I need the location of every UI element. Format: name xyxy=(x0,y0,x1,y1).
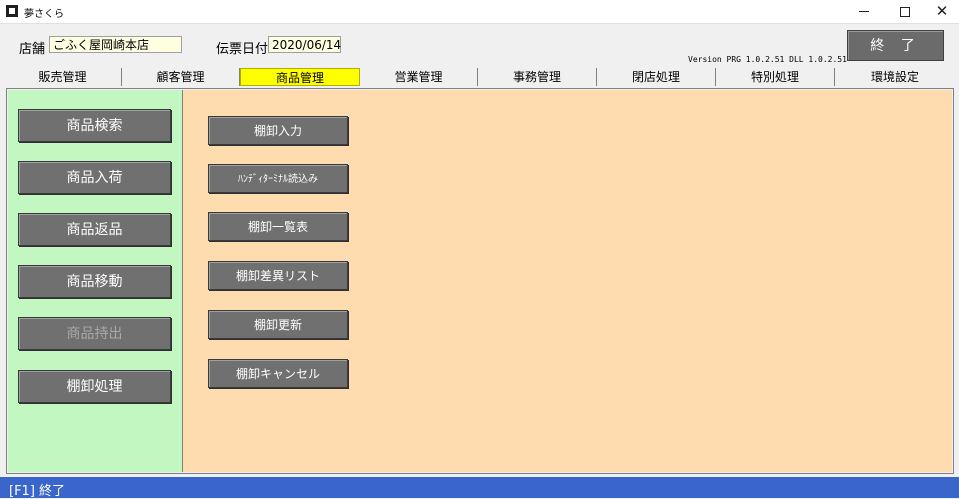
main-tabs: 販売管理 顧客管理 商品管理 営業管理 事務管理 閉店処理 特別処理 環境設定 xyxy=(4,68,955,86)
status-text: [F1] 終了 xyxy=(9,484,66,499)
inventory-list-button[interactable]: 棚卸一覧表 xyxy=(208,212,348,241)
date-field[interactable]: 2020/06/14 xyxy=(268,36,341,53)
inventory-input-button[interactable]: 棚卸入力 xyxy=(208,116,348,145)
tab-office[interactable]: 事務管理 xyxy=(478,68,597,86)
date-label: 伝票日付 xyxy=(216,42,269,57)
handy-terminal-import-button[interactable]: ﾊﾝﾃﾞｨﾀｰﾐﾅﾙ読込み xyxy=(208,164,348,193)
tab-customers[interactable]: 顧客管理 xyxy=(122,68,240,86)
close-icon: ✕ xyxy=(935,2,949,20)
end-button[interactable]: 終 了 xyxy=(847,30,944,61)
tab-closing[interactable]: 閉店処理 xyxy=(597,68,716,86)
inventory-process-button[interactable]: 棚卸処理 xyxy=(18,370,171,403)
inventory-cancel-button[interactable]: 棚卸キャンセル xyxy=(208,359,348,388)
store-field[interactable]: ごふく屋岡崎本店 xyxy=(49,36,182,53)
product-arrival-button[interactable]: 商品入荷 xyxy=(18,161,171,194)
tab-special[interactable]: 特別処理 xyxy=(716,68,835,86)
close-button[interactable]: ✕ xyxy=(919,0,959,23)
tab-business[interactable]: 営業管理 xyxy=(360,68,478,86)
product-takeout-button: 商品持出 xyxy=(18,317,171,350)
inventory-difference-list-button[interactable]: 棚卸差異リスト xyxy=(208,261,348,290)
window-title: 夢さくら xyxy=(24,9,64,20)
status-bar: [F1] 終了 xyxy=(0,477,959,499)
app-icon xyxy=(6,5,18,17)
tab-sales[interactable]: 販売管理 xyxy=(4,68,122,86)
inventory-update-button[interactable]: 棚卸更新 xyxy=(208,310,348,339)
product-return-button[interactable]: 商品返品 xyxy=(18,213,171,246)
minimize-button[interactable] xyxy=(841,0,887,23)
maximize-icon xyxy=(900,6,910,17)
product-search-button[interactable]: 商品検索 xyxy=(18,109,171,142)
minimize-icon xyxy=(859,11,869,12)
title-bar: 夢さくら ✕ xyxy=(0,0,959,24)
tab-products[interactable]: 商品管理 xyxy=(240,68,360,86)
store-label: 店舗 xyxy=(19,42,46,57)
version-text: Version PRG 1.0.2.51 DLL 1.0.2.51 xyxy=(688,55,847,64)
product-transfer-button[interactable]: 商品移動 xyxy=(18,265,171,298)
tab-settings[interactable]: 環境設定 xyxy=(835,68,955,86)
